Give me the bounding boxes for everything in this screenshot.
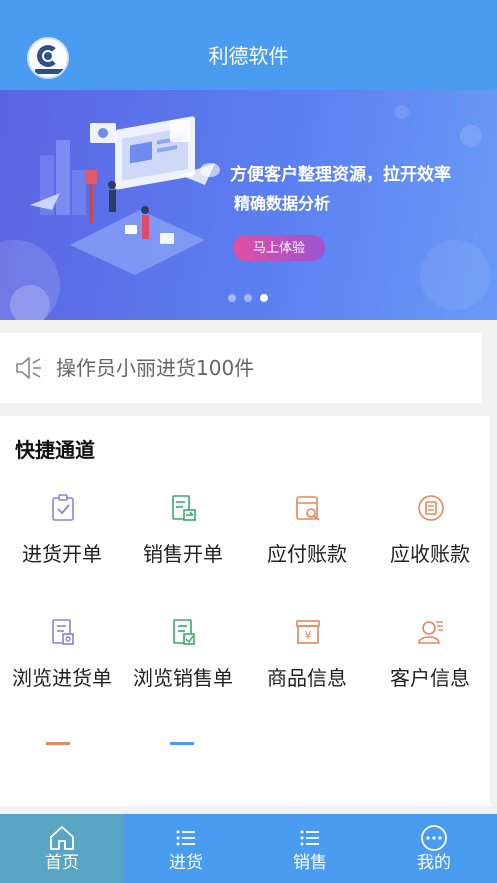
clipped-row-icon [170, 742, 194, 745]
quick-item-label: 商品信息 [267, 666, 347, 690]
tab-purchase[interactable]: 进货 [124, 814, 248, 883]
purchase-order-button[interactable]: 进货开单 [0, 494, 124, 594]
carousel-dot[interactable] [244, 294, 252, 302]
accounts-payable-button[interactable]: 应付账款 [245, 494, 369, 594]
clipped-row-icon [46, 742, 70, 745]
quick-item-label: 浏览进货单 [12, 666, 112, 690]
speaker-icon [16, 357, 41, 379]
sales-order-button[interactable]: 销售开单 [121, 494, 245, 594]
coin-receipt-icon [418, 495, 444, 521]
carousel-dot[interactable] [260, 294, 268, 302]
customer-info-button[interactable]: 客户信息 [368, 618, 490, 718]
quick-access-title: 快捷通道 [15, 438, 95, 462]
try-now-button[interactable]: 马上体验 [233, 235, 325, 261]
tab-label: 首页 [45, 853, 79, 873]
yen-box-icon: ¥ [296, 620, 320, 644]
quick-item-label: 应付账款 [267, 542, 347, 566]
invoice-search-icon [296, 496, 320, 521]
app-header: 利德软件 [0, 0, 497, 90]
carousel-dot[interactable] [228, 294, 236, 302]
purchase-order-view-icon [52, 619, 74, 645]
clipboard-check-icon [52, 494, 74, 521]
quick-item-label: 浏览销售单 [133, 666, 233, 690]
quick-item-label: 进货开单 [22, 542, 102, 566]
tab-mine[interactable]: 我的 [372, 814, 496, 883]
home-icon [50, 826, 74, 850]
tab-label: 我的 [417, 853, 451, 873]
list-icon [176, 830, 195, 846]
quick-access-panel: 快捷通道 进货开单 销售开单 应付账款 应收账款 浏览进货单 浏览销售单 ¥ 商… [0, 416, 490, 806]
tab-home[interactable]: 首页 [0, 814, 124, 883]
browse-purchase-orders-button[interactable]: 浏览进货单 [0, 618, 124, 718]
customer-card-icon [418, 621, 443, 644]
app-title: 利德软件 [208, 44, 289, 68]
document-transfer-icon [172, 495, 196, 521]
notice-text: 操作员小丽进货100件 [56, 356, 255, 380]
tab-label: 进货 [169, 853, 203, 873]
banner-headline: 方便客户整理资源，拉开效率 [230, 165, 451, 185]
more-dots-icon [421, 825, 447, 851]
product-info-button[interactable]: ¥ 商品信息 [245, 618, 369, 718]
sales-order-view-icon [173, 619, 195, 645]
bottom-tab-bar: 首页 进货 销售 我的 [0, 814, 497, 883]
quick-item-label: 客户信息 [390, 666, 470, 690]
list-icon [300, 830, 319, 846]
browse-sales-orders-button[interactable]: 浏览销售单 [121, 618, 245, 718]
notice-bar[interactable]: 操作员小丽进货100件 [0, 333, 482, 403]
banner-subline: 精确数据分析 [234, 194, 331, 213]
tab-sales[interactable]: 销售 [248, 814, 372, 883]
banner-illustration [30, 116, 220, 275]
promo-banner[interactable]: 方便客户整理资源，拉开效率 精确数据分析 马上体验 [0, 90, 497, 320]
tab-label: 销售 [293, 853, 327, 873]
accounts-receivable-button[interactable]: 应收账款 [368, 494, 490, 594]
quick-item-label: 销售开单 [143, 542, 223, 566]
svg-text:¥: ¥ [305, 629, 312, 642]
quick-item-label: 应收账款 [390, 542, 470, 566]
